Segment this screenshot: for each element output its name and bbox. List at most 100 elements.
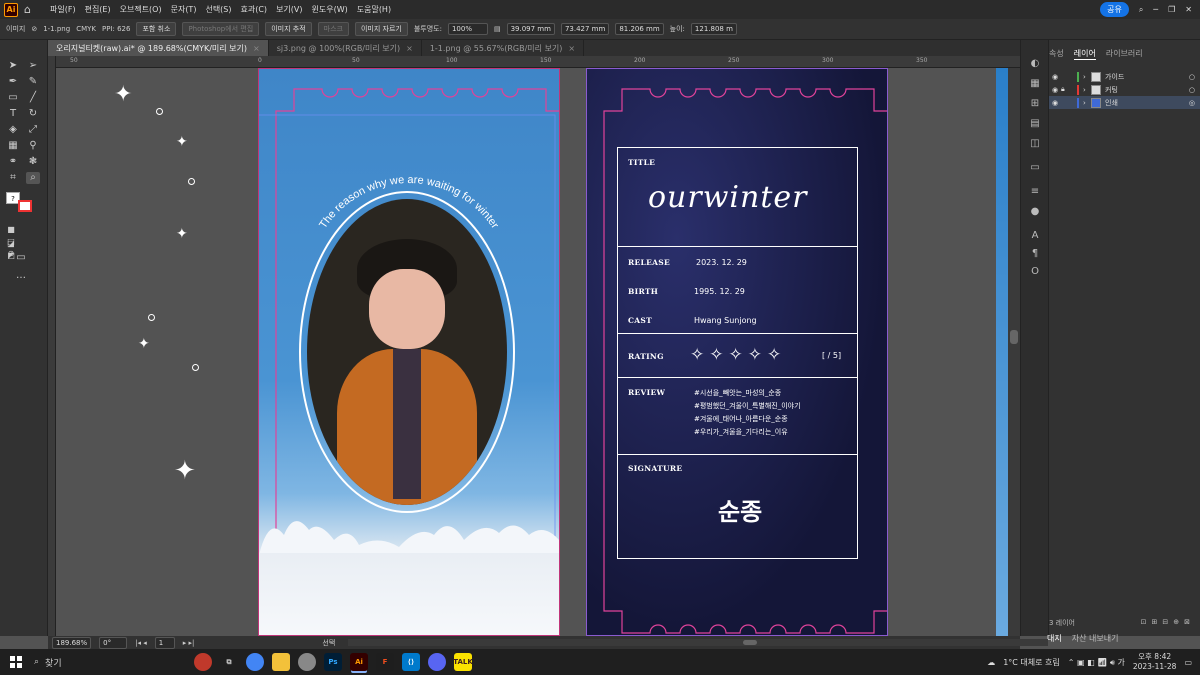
target-icon[interactable]: ◎	[1189, 99, 1195, 107]
planet-widget-icon[interactable]	[194, 653, 212, 671]
menu-help[interactable]: 도움말(H)	[357, 4, 391, 15]
opacity-field[interactable]: 100%	[447, 23, 488, 35]
pen-tool-icon[interactable]: ✒	[6, 76, 20, 88]
eye-icon[interactable]: ◉	[1049, 73, 1061, 81]
horizontal-ruler[interactable]: 50 0 50 100 150 200 250 300 350	[56, 56, 1020, 68]
layer-name[interactable]: 인쇄	[1105, 98, 1118, 108]
menu-view[interactable]: 보기(V)	[276, 4, 302, 15]
file-name[interactable]: 1-1.png	[43, 25, 70, 33]
paragraph-panel-icon[interactable]: ¶	[1028, 248, 1042, 260]
search-icon[interactable]: ⌕	[1139, 5, 1143, 15]
scroll-thumb[interactable]	[1010, 330, 1018, 344]
horizontal-scrollbar[interactable]	[348, 639, 1048, 646]
weather-text[interactable]: 1°C 대체로 흐림	[1003, 657, 1060, 668]
share-button[interactable]: 공유	[1100, 2, 1129, 17]
tab-artboards[interactable]: 대지	[1047, 633, 1062, 644]
rotation-field[interactable]: 0°	[99, 636, 128, 649]
color-panel-icon[interactable]: ◐	[1028, 58, 1042, 70]
close-tab-icon[interactable]: ×	[568, 44, 575, 53]
canvas[interactable]: ✦ ✦ ✦ ✦ ✦ The reason why we are waiting …	[56, 68, 1008, 636]
swatches-panel-icon[interactable]: ▦	[1028, 78, 1042, 90]
menu-object[interactable]: 오브젝트(O)	[120, 4, 162, 15]
character-panel-icon[interactable]: A	[1028, 230, 1042, 242]
sparkle-icon[interactable]: ✦	[176, 134, 188, 150]
close-tab-icon[interactable]: ×	[406, 44, 413, 53]
artboard-back[interactable]: TITLE ourwinter RELEASE 2023. 12. 29 BIR…	[586, 68, 888, 636]
eyedropper-tool-icon[interactable]: ⚲	[26, 140, 40, 152]
circle-ornament[interactable]	[192, 364, 199, 371]
selection-tool-icon[interactable]: ➤	[6, 60, 20, 72]
gradient-panel-icon[interactable]: ▭	[1028, 162, 1042, 174]
vertical-scrollbar[interactable]	[1008, 68, 1020, 636]
notification-icon[interactable]: ▭	[1184, 658, 1192, 667]
rotate-tool-icon[interactable]: ↻	[26, 108, 40, 120]
tab-properties[interactable]: 속성	[1049, 48, 1064, 60]
menu-select[interactable]: 선택(S)	[205, 4, 231, 15]
rectangle-tool-icon[interactable]: ▭	[6, 92, 20, 104]
windows-start-icon[interactable]	[10, 656, 22, 668]
sparkle-icon[interactable]: ✦	[176, 226, 188, 242]
expand-icon[interactable]: ›	[1083, 99, 1091, 107]
artboard-partial[interactable]	[996, 68, 1008, 636]
opentype-panel-icon[interactable]: O	[1028, 266, 1042, 278]
tab-document-2[interactable]: sj3.png @ 100%(RGB/미리 보기) ×	[269, 40, 422, 56]
type-tool-icon[interactable]: T	[6, 108, 20, 120]
eraser-tool-icon[interactable]: ◈	[6, 124, 20, 136]
appearance-panel-icon[interactable]: ●	[1028, 206, 1042, 218]
expand-icon[interactable]: ›	[1083, 73, 1091, 81]
layer-actions-icon[interactable]: ⊡⊞⊟⊕⊠	[1141, 618, 1195, 626]
artboard-number[interactable]: 1	[154, 636, 175, 649]
layer-name[interactable]: 커팅	[1105, 85, 1118, 95]
tab-document-3[interactable]: 1-1.png @ 55.67%(RGB/미리 보기) ×	[422, 40, 585, 56]
chrome-icon[interactable]	[246, 653, 264, 671]
tab-layers[interactable]: 레이어	[1073, 48, 1096, 60]
restore-button[interactable]: ❐	[1168, 5, 1175, 14]
home-icon[interactable]: ⌂	[24, 3, 36, 16]
target-icon[interactable]: ○	[1189, 73, 1195, 81]
menu-type[interactable]: 문자(T)	[171, 4, 197, 15]
pathfinder-panel-icon[interactable]: ◫	[1028, 138, 1042, 150]
sparkle-icon[interactable]: ✦	[138, 336, 150, 352]
menu-edit[interactable]: 편집(E)	[85, 4, 111, 15]
expand-icon[interactable]: ›	[1083, 86, 1091, 94]
weather-icon[interactable]: ☁	[987, 658, 995, 667]
scale-tool-icon[interactable]: ⤢	[26, 124, 40, 136]
minimize-button[interactable]: ─	[1153, 5, 1158, 14]
task-view-icon[interactable]: ⧉	[220, 653, 238, 671]
photoshop-icon[interactable]: Ps	[324, 653, 342, 671]
lock-icon[interactable]: 🔒︎	[1061, 85, 1073, 94]
vscode-icon[interactable]: ⟨⟩	[402, 653, 420, 671]
artboard-front[interactable]: The reason why we are waiting for winter	[258, 68, 560, 636]
symbol-sprayer-tool-icon[interactable]: ❃	[26, 156, 40, 168]
figma-icon[interactable]: F	[376, 653, 394, 671]
discord-icon[interactable]	[428, 653, 446, 671]
more-tools-icon[interactable]: …	[14, 270, 28, 282]
eye-icon[interactable]: ◉	[1049, 99, 1061, 107]
artboard-nav-next-icon[interactable]: ▸ ▸|	[183, 639, 195, 647]
circle-ornament[interactable]	[148, 314, 155, 321]
kakaotalk-icon[interactable]: TALK	[453, 653, 473, 671]
width-field[interactable]: 81.206 mm	[615, 23, 664, 35]
curvature-tool-icon[interactable]: ✎	[26, 76, 40, 88]
crop-image-button[interactable]: 이미지 자르기	[354, 22, 408, 36]
zoom-field[interactable]: 189.68%	[52, 636, 92, 649]
taskbar-search[interactable]: ⌕ 찾기	[34, 656, 184, 669]
tab-asset-export[interactable]: 자산 내보내기	[1072, 633, 1119, 644]
scroll-thumb[interactable]	[743, 640, 757, 645]
tray-icons[interactable]: ⌃ ▣ ◧ 📶︎ 🔊︎ 가	[1068, 657, 1125, 668]
artboard-nav-icon[interactable]: |◂ ◂	[135, 639, 147, 647]
menu-effect[interactable]: 효과(C)	[241, 4, 268, 15]
vertical-ruler[interactable]	[48, 56, 56, 636]
tab-document-1[interactable]: 오리지널티켓(raw).ai* @ 189.68%(CMYK/미리 보기) ×	[48, 40, 269, 56]
portrait-photo[interactable]	[307, 199, 507, 505]
layer-row[interactable]: ◉ 🔒︎ › 커팅 ○	[1049, 83, 1200, 96]
y-field[interactable]: 73.427 mm	[560, 23, 610, 35]
transform-panel-icon[interactable]: ⊞	[1028, 98, 1042, 110]
target-icon[interactable]: ○	[1189, 86, 1195, 94]
draw-mode-icon[interactable]: ◪ ◩	[4, 238, 18, 260]
close-button[interactable]: ✕	[1185, 5, 1192, 14]
layer-row[interactable]: ◉ › 인쇄 ◎	[1049, 96, 1200, 109]
paintbrush-tool-icon[interactable]: ╱	[26, 92, 40, 104]
sparkle-icon[interactable]: ✦	[114, 82, 132, 107]
file-explorer-icon[interactable]	[272, 653, 290, 671]
